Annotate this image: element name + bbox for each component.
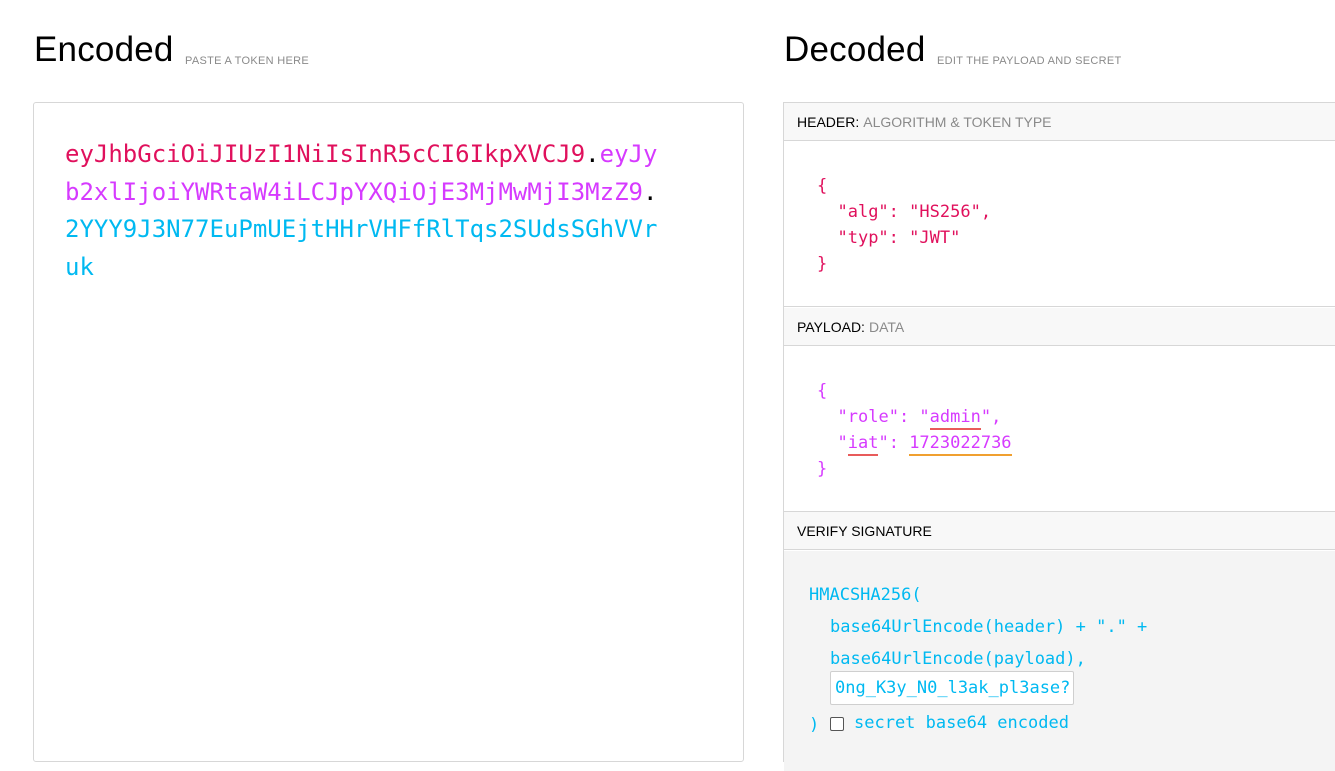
quote: " xyxy=(980,407,992,427)
payload-desc: DATA xyxy=(868,319,905,335)
payload-json[interactable]: { "role": "admin", "iat": 1723022736 } xyxy=(817,378,1012,482)
header-json[interactable]: { "alg": "HS256", "typ": "JWT" } xyxy=(817,173,991,277)
token-header-part: eyJhbGciOiJIUzI1NiIsInR5cCI6IkpXVCJ9 xyxy=(65,140,586,168)
json-value: "JWT" xyxy=(909,228,961,248)
json-value-flagged: admin xyxy=(929,407,981,430)
token-signature-part: 2YYY9J3N77EuPmUEjtHHrVHFfRlTqs2SUdsSGhVV… xyxy=(65,215,658,281)
decoded-title: Decoded xyxy=(784,30,926,69)
header-json-editor[interactable]: { "alg": "HS256", "typ": "JWT" } xyxy=(784,141,1335,307)
token-dot: . xyxy=(585,140,600,168)
encoded-column: Encoded PASTE A TOKEN HERE eyJhbGciOiJIU… xyxy=(0,0,760,762)
encoded-token-input[interactable]: eyJhbGciOiJIUzI1NiIsInR5cCI6IkpXVCJ9.eyJ… xyxy=(33,102,744,762)
brace-close: } xyxy=(817,254,828,274)
encoded-subtitle: PASTE A TOKEN HERE xyxy=(185,55,309,67)
encoded-token-text[interactable]: eyJhbGciOiJIUzI1NiIsInR5cCI6IkpXVCJ9.eyJ… xyxy=(65,136,665,286)
json-key: role xyxy=(847,407,889,427)
secret-base64-label[interactable]: secret base64 encoded xyxy=(854,713,1069,733)
decoded-subtitle: EDIT THE PAYLOAD AND SECRET xyxy=(937,55,1122,67)
header-section-head: HEADER: ALGORITHM & TOKEN TYPE xyxy=(784,103,1335,141)
hmac-line-header: base64UrlEncode(header) + "." + xyxy=(830,617,1148,637)
hmac-fn: HMACSHA256( xyxy=(809,585,922,605)
header-label: HEADER: xyxy=(797,114,860,130)
decoded-column: Decoded EDIT THE PAYLOAD AND SECRET HEAD… xyxy=(783,0,1335,771)
json-key: "typ" xyxy=(837,228,889,248)
json-value-flagged: 1723022736 xyxy=(909,433,1012,456)
secret-input[interactable] xyxy=(830,671,1074,705)
quote: " xyxy=(837,433,848,453)
brace-open: { xyxy=(817,176,828,196)
verify-label: VERIFY SIGNATURE xyxy=(797,523,932,539)
json-key-flagged: iat xyxy=(847,433,879,456)
quote: " xyxy=(837,407,848,427)
brace-open: { xyxy=(817,381,828,401)
quote: " xyxy=(919,407,930,427)
token-dot: . xyxy=(642,177,658,206)
verify-signature-body: HMACSHA256( base64UrlEncode(header) + ".… xyxy=(784,551,1335,771)
json-key: "alg" xyxy=(837,202,889,222)
header-desc: ALGORITHM & TOKEN TYPE xyxy=(863,114,1052,130)
json-value: "HS256" xyxy=(909,202,981,222)
hmac-line-payload: base64UrlEncode(payload), xyxy=(830,649,1086,669)
encoded-title: Encoded xyxy=(34,30,174,69)
brace-close: } xyxy=(817,459,828,479)
quote: " xyxy=(878,433,889,453)
decoded-panel: HEADER: ALGORITHM & TOKEN TYPE { "alg": "… xyxy=(783,102,1335,771)
payload-json-editor[interactable]: { "role": "admin", "iat": 1723022736 } xyxy=(784,346,1335,512)
secret-base64-checkbox[interactable] xyxy=(830,717,844,731)
payload-label: PAYLOAD: xyxy=(797,319,865,335)
verify-section-head: VERIFY SIGNATURE xyxy=(784,512,1335,550)
quote: " xyxy=(888,407,899,427)
payload-section-head: PAYLOAD: DATA xyxy=(784,308,1335,346)
hmac-close-paren: ) xyxy=(809,715,820,735)
